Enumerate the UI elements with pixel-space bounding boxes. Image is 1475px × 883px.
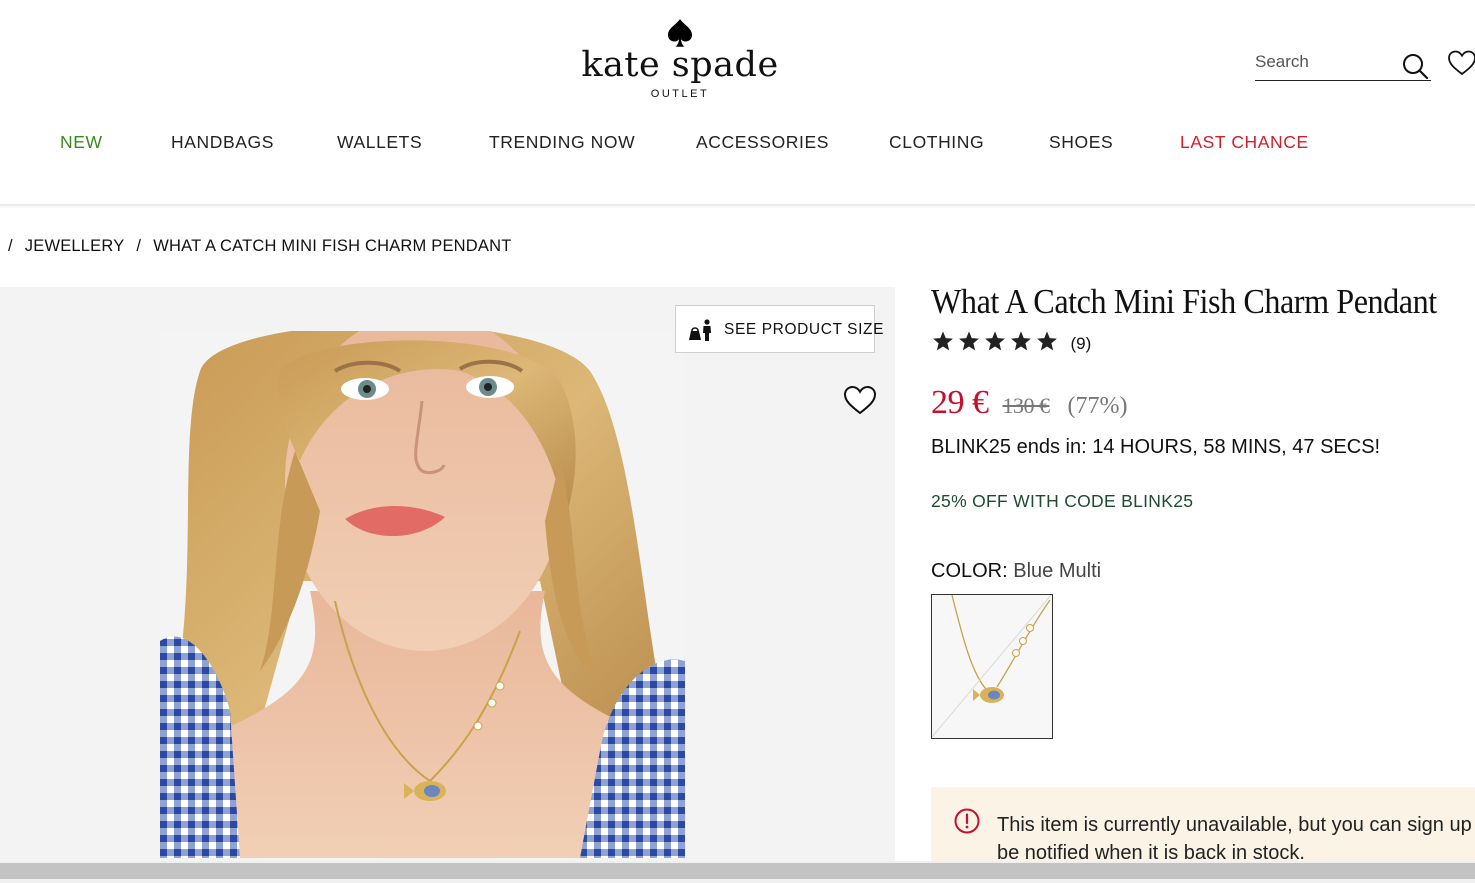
nav-item-last-chance[interactable]: LAST CHANCE — [1180, 132, 1309, 153]
promo-countdown: BLINK25 ends in: 14 HOURS, 58 MINS, 47 S… — [931, 436, 1381, 458]
breadcrumb-separator: / — [136, 237, 142, 255]
brand-logo[interactable]: kate spade OUTLET — [0, 18, 1360, 100]
nav-item-accessories[interactable]: ACCESSORIES — [696, 132, 829, 153]
horizontal-scrollbar[interactable] — [0, 861, 1475, 883]
breadcrumb-separator: / — [8, 237, 13, 255]
color-swatch-blue-multi[interactable] — [931, 594, 1053, 739]
nav-item-shoes[interactable]: SHOES — [1049, 132, 1113, 153]
review-count[interactable]: (9) — [1070, 334, 1091, 354]
search-bar — [1255, 48, 1431, 81]
wishlist-heart-icon[interactable] — [1447, 49, 1475, 77]
breadcrumb-item-current: WHAT A CATCH MINI FISH CHARM PENDANT — [153, 237, 512, 255]
star-icon — [933, 331, 953, 351]
color-selection-label: COLOR: Blue Multi — [931, 560, 1101, 583]
alert-circle-icon — [954, 808, 980, 834]
breadcrumb-item-jewellery[interactable]: JEWELLERY — [25, 237, 125, 255]
star-icon — [985, 331, 1005, 351]
breadcrumb: / JEWELLERY / WHAT A CATCH MINI FISH CHARM … — [8, 237, 512, 256]
main-navigation: NEW HANDBAGS WALLETS TRENDING NOW ACCESS… — [0, 132, 1475, 158]
product-price: 29 € 130 € (77%) — [931, 384, 1127, 422]
nav-item-wallets[interactable]: WALLETS — [337, 132, 422, 153]
promo-code-text: 25% OFF WITH CODE BLINK25 — [931, 491, 1194, 511]
nav-item-handbags[interactable]: HANDBAGS — [171, 132, 274, 153]
sale-price: 29 € — [931, 384, 989, 421]
brand-name: kate spade — [581, 45, 779, 85]
search-input[interactable] — [1255, 50, 1391, 74]
original-price: 130 € — [1002, 393, 1051, 418]
product-rating[interactable]: (9) — [932, 330, 1091, 354]
scrollbar-thumb[interactable] — [0, 863, 1475, 879]
brand-subtitle: OUTLET — [650, 88, 710, 100]
color-label: COLOR: — [931, 560, 1008, 582]
person-scale-icon — [689, 319, 711, 341]
necklace-thumbnail — [932, 595, 1052, 738]
rating-stars — [932, 330, 1062, 357]
star-icon — [959, 331, 979, 351]
model-photo-illustration — [160, 331, 685, 858]
header-divider — [0, 204, 1475, 206]
spade-logo-icon — [668, 19, 692, 47]
see-product-size-button[interactable]: SEE PRODUCT SIZE — [675, 305, 883, 353]
availability-message: This item is currently unavailable, but … — [997, 814, 1475, 864]
discount-percent: (77%) — [1067, 393, 1128, 419]
add-to-wishlist-heart-icon[interactable] — [843, 384, 877, 416]
nav-item-trending-now[interactable]: TRENDING NOW — [489, 132, 635, 153]
nav-item-clothing[interactable]: CLOTHING — [889, 132, 984, 153]
star-icon — [1011, 331, 1031, 351]
color-value: Blue Multi — [1013, 560, 1102, 582]
nav-item-new[interactable]: NEW — [60, 132, 103, 153]
see-product-size-label: SEE PRODUCT SIZE — [724, 321, 885, 338]
product-image[interactable] — [160, 331, 685, 858]
product-title: What A Catch Mini Fish Charm Pendant — [931, 282, 1437, 321]
product-gallery: SEE PRODUCT SIZE — [0, 287, 895, 883]
search-icon[interactable] — [1401, 52, 1429, 80]
star-icon — [1037, 331, 1057, 351]
